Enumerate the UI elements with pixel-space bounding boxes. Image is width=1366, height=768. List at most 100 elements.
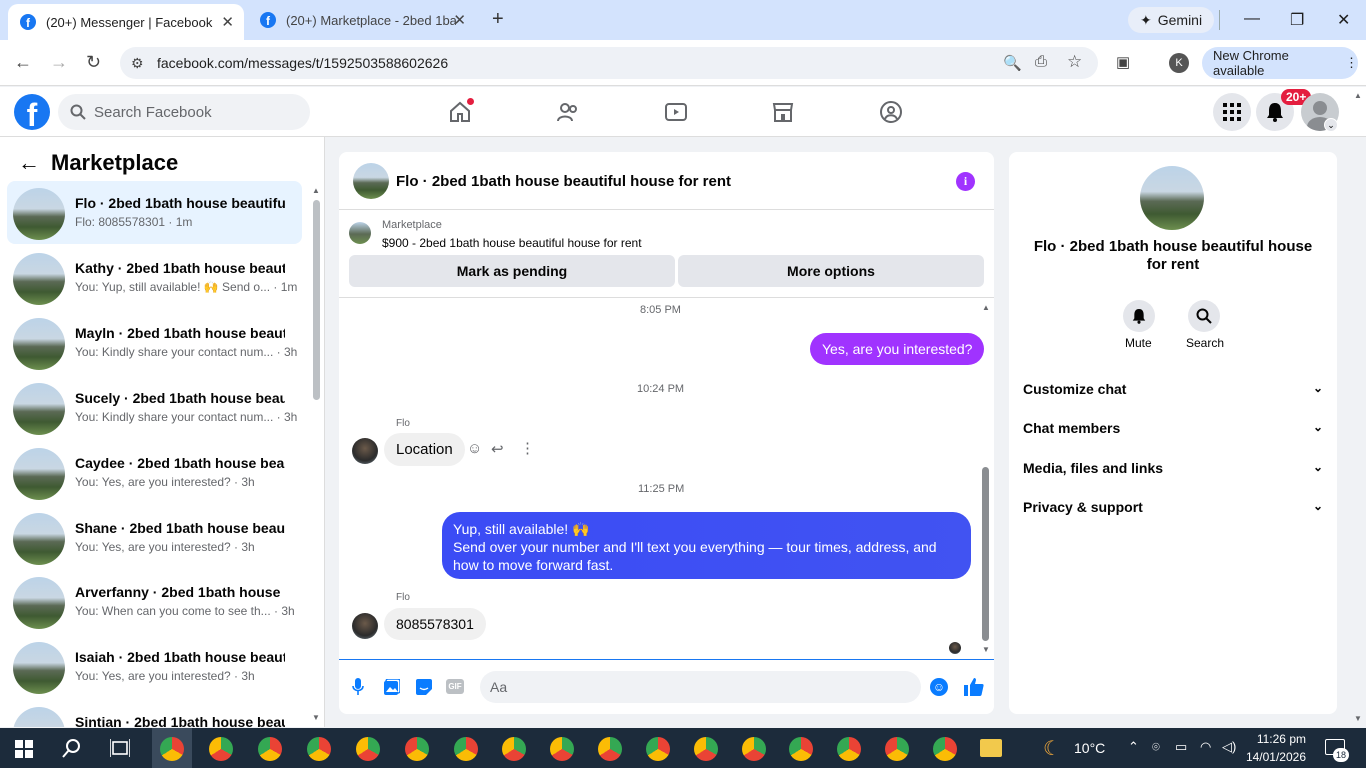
message-input[interactable]: Aa	[480, 671, 921, 703]
reply-icon[interactable]: ↩	[491, 440, 504, 458]
chrome-app-icon[interactable]	[502, 737, 526, 761]
chrome-app-icon[interactable]	[933, 737, 957, 761]
chrome-app-icon[interactable]	[550, 737, 574, 761]
sticker-icon[interactable]	[416, 679, 432, 695]
gemini-button[interactable]: ✦ Gemini	[1128, 7, 1215, 33]
groups-icon[interactable]	[879, 100, 903, 124]
conversation-item[interactable]: Shane · 2bed 1bath house beaut... You: Y…	[7, 506, 302, 569]
video-icon[interactable]	[664, 100, 688, 124]
media-files-links-section[interactable]: Media, files and links ⌄	[1023, 460, 1323, 476]
photo-icon[interactable]	[384, 679, 400, 695]
scroll-down-arrow-icon[interactable]: ▼	[982, 645, 990, 654]
conversation-item[interactable]: Arverfanny · 2bed 1bath house ... You: W…	[7, 570, 302, 633]
chrome-app-icon[interactable]	[405, 737, 429, 761]
chrome-app-icon[interactable]	[209, 737, 233, 761]
scroll-up-arrow-icon[interactable]: ▲	[312, 186, 320, 195]
chrome-app-icon[interactable]	[694, 737, 718, 761]
tab-marketplace[interactable]: f (20+) Marketplace - 2bed 1bath ✕	[248, 0, 476, 40]
close-tab-icon[interactable]: ✕	[221, 13, 234, 31]
battery-icon[interactable]: ▭	[1175, 739, 1187, 755]
scroll-up-arrow-icon[interactable]: ▲	[982, 303, 990, 312]
install-app-icon[interactable]: ⎙	[1035, 53, 1047, 70]
url-text[interactable]: facebook.com/messages/t/1592503588602626	[157, 55, 448, 71]
page-scroll-down-icon[interactable]: ▼	[1354, 714, 1362, 723]
task-view-icon[interactable]	[110, 739, 130, 757]
sender-avatar[interactable]	[352, 438, 378, 464]
customize-chat-section[interactable]: Customize chat ⌄	[1023, 381, 1323, 397]
clock-date[interactable]: 14/01/2026	[1240, 750, 1306, 764]
weather-temp[interactable]: 10°C	[1074, 740, 1105, 756]
chrome-app-icon[interactable]	[646, 737, 670, 761]
chevron-down-icon[interactable]: ⌄	[1324, 118, 1338, 132]
chrome-app-icon[interactable]	[885, 737, 909, 761]
chevron-up-icon[interactable]: ⌃	[1128, 739, 1139, 755]
page-scroll-up-icon[interactable]: ▲	[1354, 91, 1362, 100]
sender-avatar[interactable]	[352, 613, 378, 639]
bookmark-star-icon[interactable]: ☆	[1067, 52, 1082, 72]
conversation-item[interactable]: Caydee · 2bed 1bath house bea... You: Ye…	[7, 441, 302, 504]
incoming-message[interactable]: Location	[384, 433, 465, 466]
minimize-button[interactable]: —	[1244, 10, 1260, 28]
maximize-button[interactable]: ❐	[1290, 10, 1304, 30]
chrome-app-icon[interactable]	[307, 737, 331, 761]
outgoing-message[interactable]: Yes, are you interested?	[810, 333, 985, 365]
chrome-app-icon[interactable]	[160, 737, 184, 761]
new-tab-button[interactable]: +	[492, 8, 504, 31]
volume-icon[interactable]: ◁)	[1222, 739, 1236, 755]
info-icon[interactable]: i	[956, 172, 975, 191]
listing-title[interactable]: $900 - 2bed 1bath house beautiful house …	[382, 236, 642, 250]
chat-avatar[interactable]	[353, 163, 389, 199]
meet-now-icon[interactable]: ⌾	[1152, 739, 1160, 755]
react-emoji-icon[interactable]: ☺	[467, 440, 482, 457]
mark-as-pending-button[interactable]: Mark as pending	[349, 255, 675, 287]
menu-grid-button[interactable]	[1213, 93, 1251, 131]
chrome-app-icon[interactable]	[789, 737, 813, 761]
zoom-icon[interactable]: 🔍	[1003, 54, 1022, 72]
close-window-button[interactable]: ✕	[1337, 10, 1350, 30]
privacy-support-section[interactable]: Privacy & support ⌄	[1023, 499, 1323, 515]
back-button[interactable]: ←	[14, 52, 32, 73]
chat-members-section[interactable]: Chat members ⌄	[1023, 420, 1323, 436]
thumbs-up-icon[interactable]	[964, 677, 984, 697]
chrome-app-icon[interactable]	[356, 737, 380, 761]
conversation-item[interactable]: Mayln · 2bed 1bath house beaut... You: K…	[7, 311, 302, 374]
tab-messenger[interactable]: f (20+) Messenger | Facebook ✕	[8, 4, 244, 40]
back-arrow-icon[interactable]: ←	[18, 150, 40, 176]
gif-icon[interactable]: GIF	[446, 679, 464, 694]
facebook-logo[interactable]: f	[14, 94, 50, 130]
chrome-app-icon[interactable]	[837, 737, 861, 761]
clock-time[interactable]: 11:26 pm	[1254, 732, 1306, 746]
conversation-item[interactable]: Isaiah · 2bed 1bath house beauti... You:…	[7, 635, 302, 698]
microphone-icon[interactable]	[352, 678, 364, 696]
mute-button[interactable]	[1123, 300, 1155, 332]
conversation-item[interactable]: Kathy · 2bed 1bath house beauti... You: …	[7, 246, 302, 309]
close-tab-icon[interactable]: ✕	[453, 11, 466, 29]
more-options-button[interactable]: More options	[678, 255, 984, 287]
file-explorer-icon[interactable]	[980, 739, 1002, 757]
conversation-item[interactable]: Flo · 2bed 1bath house beautiful... Flo:…	[7, 181, 302, 244]
chrome-app-icon[interactable]	[742, 737, 766, 761]
chrome-app-icon[interactable]	[258, 737, 282, 761]
chat-title[interactable]: Flo · 2bed 1bath house beautiful house f…	[396, 173, 731, 190]
forward-button[interactable]: →	[50, 52, 68, 73]
search-conversation-button[interactable]	[1188, 300, 1220, 332]
sidebar-scrollbar[interactable]	[313, 200, 320, 400]
profile-avatar[interactable]: K	[1169, 53, 1189, 73]
incoming-message[interactable]: 8085578301	[384, 608, 486, 640]
friends-icon[interactable]	[556, 100, 580, 124]
scroll-down-arrow-icon[interactable]: ▼	[312, 713, 320, 722]
reload-button[interactable]: ↻	[86, 52, 101, 73]
listing-thumbnail[interactable]	[349, 222, 371, 244]
chat-scrollbar[interactable]	[982, 467, 989, 641]
facebook-search-input[interactable]: Search Facebook	[58, 94, 310, 130]
windows-start-icon[interactable]	[15, 740, 33, 758]
conversation-item[interactable]: Sintian · 2bed 1bath house beau...	[7, 700, 302, 727]
conversation-item[interactable]: Sucely · 2bed 1bath house beaut... You: …	[7, 376, 302, 439]
wifi-icon[interactable]: ◠	[1200, 739, 1211, 755]
profile-photo[interactable]	[1140, 166, 1204, 230]
outgoing-message[interactable]: Yup, still available! 🙌 Send over your n…	[442, 512, 971, 579]
site-info-icon[interactable]: ⚙	[131, 55, 144, 72]
emoji-icon[interactable]: ☺	[930, 678, 948, 696]
moon-weather-icon[interactable]: ☾	[1043, 736, 1061, 761]
marketplace-icon[interactable]	[771, 100, 795, 124]
